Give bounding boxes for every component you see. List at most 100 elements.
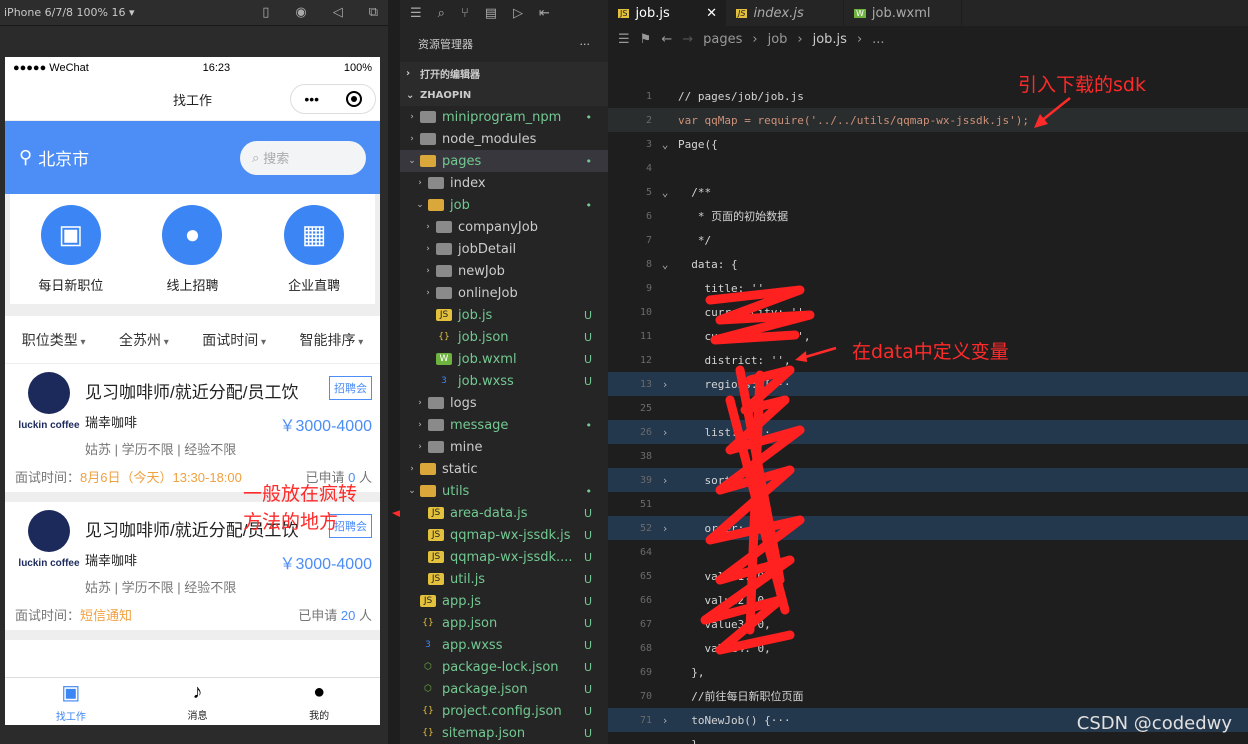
source-control-icon[interactable]: ⑂	[461, 6, 469, 21]
tree-item[interactable]: › newJob	[400, 260, 608, 282]
split-icon[interactable]: ⇤	[539, 6, 550, 21]
forward-icon[interactable]: →	[682, 32, 693, 47]
capsule-menu[interactable]: •••	[290, 84, 376, 114]
code-line[interactable]: 3 ⌄ Page({	[608, 132, 1248, 156]
code-line[interactable]: 69 },	[608, 660, 1248, 684]
crumb-pages[interactable]: pages	[703, 32, 742, 47]
tab-mine[interactable]: ● 我的	[309, 681, 329, 722]
back-icon[interactable]: ←	[661, 32, 672, 47]
tree-item[interactable]: ⌄ utils •	[400, 480, 608, 502]
code-text: Page({	[678, 137, 718, 151]
job-requirements: 姑苏 | 学历不限 | 经验不限	[85, 442, 237, 457]
filter-sort[interactable]: 智能排序	[299, 330, 363, 350]
category-new-jobs[interactable]: ▣ 每日新职位	[26, 204, 116, 294]
debug-icon[interactable]: ▷	[513, 6, 523, 21]
tree-item[interactable]: ⬡ package-lock.json U	[400, 656, 608, 678]
tab-index-js[interactable]: JS index.js	[726, 0, 844, 26]
tree-item[interactable]: › index	[400, 172, 608, 194]
code-line[interactable]: 4	[608, 156, 1248, 180]
city-selector[interactable]: 北京市	[38, 145, 89, 170]
crumb-more[interactable]: ...	[872, 32, 884, 47]
tab-find-job[interactable]: ▣ 找工作	[56, 680, 86, 723]
explorer-title: 资源管理器	[418, 38, 473, 51]
code-line[interactable]: 1 // pages/job/job.js	[608, 84, 1248, 108]
tab-messages[interactable]: ♪ 消息	[187, 681, 207, 722]
fold-icon[interactable]: ⌄	[652, 186, 678, 199]
category-company-direct[interactable]: ▦ 企业直聘	[269, 204, 359, 294]
annotation-data: 在data中定义变量	[852, 341, 1009, 363]
tree-item[interactable]: JS job.js U	[400, 304, 608, 326]
fold-icon[interactable]: ›	[652, 474, 678, 487]
close-icon[interactable]: ✕	[706, 6, 717, 21]
extensions-icon[interactable]: ▤	[485, 6, 497, 21]
tree-item[interactable]: ⬡ package.json U	[400, 678, 608, 700]
code-line[interactable]: 8 ⌄ data: {	[608, 252, 1248, 276]
tree-item[interactable]: 3 job.wxss U	[400, 370, 608, 392]
tab-job-wxml[interactable]: Wjob.wxml	[844, 0, 962, 26]
tree-item[interactable]: › logs	[400, 392, 608, 414]
tree-item[interactable]: › miniprogram_npm •	[400, 106, 608, 128]
more-icon[interactable]: ···	[580, 38, 591, 51]
tree-item[interactable]: › node_modules	[400, 128, 608, 150]
fold-icon[interactable]: ›	[652, 378, 678, 391]
bookmark-icon[interactable]: ⚑	[640, 32, 652, 47]
more-icon[interactable]: •••	[304, 91, 319, 107]
fold-icon[interactable]: ›	[652, 714, 678, 727]
tree-item[interactable]: JS util.js U	[400, 568, 608, 590]
tree-item[interactable]: ⌄ pages •	[400, 150, 608, 172]
project-section[interactable]: ⌄ ZHAOPIN	[400, 84, 608, 106]
tree-item[interactable]: {} job.json U	[400, 326, 608, 348]
filter-interview-time[interactable]: 面试时间	[202, 330, 266, 350]
tree-item[interactable]: JS area-data.js U	[400, 502, 608, 524]
explorer-header: 资源管理器 ···	[400, 26, 608, 62]
device-selector[interactable]: iPhone 6/7/8 100% 16 ▾	[4, 6, 135, 19]
company-name: 瑞幸咖啡	[85, 553, 138, 568]
js-file-icon: JS	[618, 8, 630, 18]
window-icon[interactable]: ⧉	[369, 5, 378, 20]
menu-icon[interactable]: ☰	[410, 6, 422, 21]
fold-icon[interactable]: ›	[652, 522, 678, 535]
user-icon: ●	[313, 681, 326, 703]
volume-icon[interactable]: ◁	[333, 5, 343, 20]
tree-item[interactable]: {} sitemap.json U	[400, 722, 608, 744]
tree-item[interactable]: 3 app.wxss U	[400, 634, 608, 656]
git-status: U	[583, 616, 592, 630]
tree-item[interactable]: JS qqmap-wx-jssdk.... U	[400, 546, 608, 568]
code-line[interactable]: 5 ⌄ /**	[608, 180, 1248, 204]
search-icon[interactable]: ⌕	[438, 6, 445, 21]
tree-item[interactable]: JS qqmap-wx-jssdk.js U	[400, 524, 608, 546]
tree-item[interactable]: › static	[400, 458, 608, 480]
annotation-arrow-icon	[1034, 97, 1071, 128]
tree-item[interactable]: JS app.js U	[400, 590, 608, 612]
tree-item[interactable]: › jobDetail	[400, 238, 608, 260]
list-icon[interactable]: ☰	[618, 32, 630, 47]
tree-item[interactable]: › onlineJob	[400, 282, 608, 304]
phone-icon[interactable]: ▯	[262, 5, 269, 20]
category-online-recruit[interactable]: ● 线上招聘	[147, 204, 237, 294]
record-icon[interactable]: ◉	[295, 5, 306, 20]
filter-job-type[interactable]: 职位类型	[22, 330, 86, 350]
tree-item[interactable]: › message •	[400, 414, 608, 436]
tree-item[interactable]: {} app.json U	[400, 612, 608, 634]
tree-item[interactable]: › mine	[400, 436, 608, 458]
fold-icon[interactable]: ⌄	[652, 258, 678, 271]
fold-icon[interactable]: ›	[652, 426, 678, 439]
crumb-file[interactable]: job.js	[813, 32, 847, 47]
open-editors-section[interactable]: › 打开的编辑器	[400, 62, 608, 84]
fold-icon[interactable]: ⌄	[652, 138, 678, 151]
crumb-job[interactable]: job	[768, 32, 788, 47]
code-line[interactable]: 70 //前往每日新职位页面	[608, 684, 1248, 708]
code-line[interactable]: 2 var qqMap = require('../../utils/qqmap-…	[608, 108, 1248, 132]
tree-item[interactable]: Wjob.wxml U	[400, 348, 608, 370]
code-line[interactable]: 6 * 页面的初始数据	[608, 204, 1248, 228]
filter-area[interactable]: 全苏州	[119, 330, 169, 350]
tree-item-label: node_modules	[442, 131, 537, 147]
code-line[interactable]: 7 */	[608, 228, 1248, 252]
close-capsule-icon[interactable]	[345, 91, 362, 107]
tree-item[interactable]: ⌄ job •	[400, 194, 608, 216]
tree-item[interactable]: › companyJob	[400, 216, 608, 238]
search-input[interactable]: ⌕ 搜索	[240, 140, 366, 175]
tree-item[interactable]: {} project.config.json U	[400, 700, 608, 722]
tab-job-js[interactable]: JS job.js ✕	[608, 0, 726, 26]
chevron-down-icon: ⌄	[408, 156, 416, 166]
